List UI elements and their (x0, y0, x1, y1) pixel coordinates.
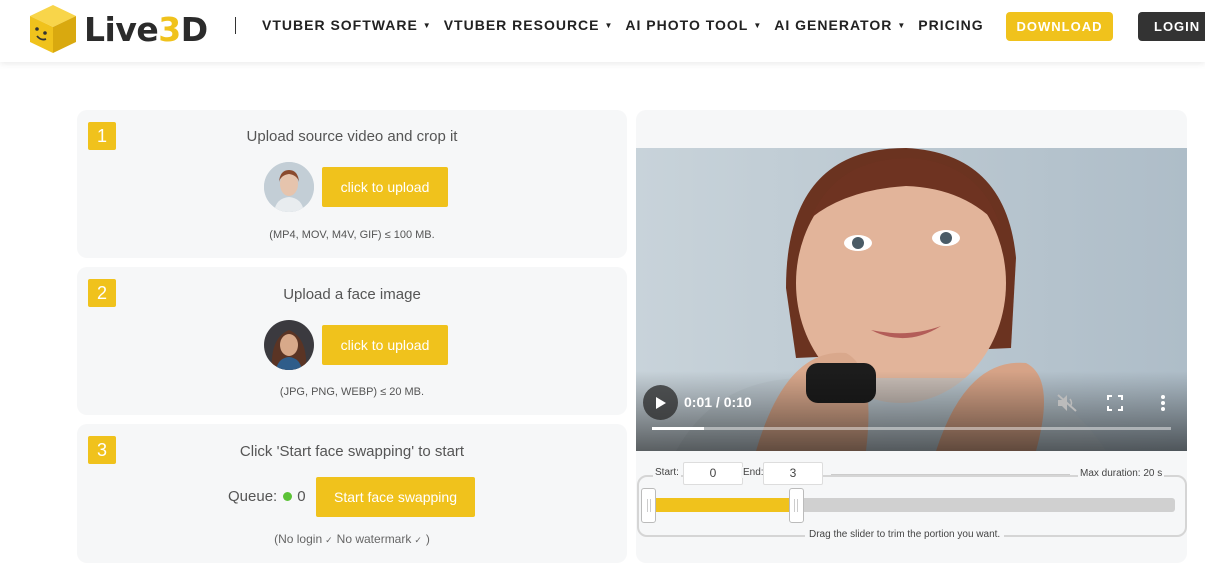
caret-down-icon: ▼ (897, 20, 907, 30)
trim-end-input[interactable]: 3 (763, 462, 823, 485)
queue-status: Queue: 0 (228, 488, 306, 505)
play-button[interactable] (643, 385, 678, 420)
video-time: 0:01 / 0:10 (684, 394, 752, 410)
status-dot-icon (283, 492, 293, 501)
site-header: Live3D VTUBER SOFTWARE ▼ VTUBER RESOURCE ▼… (0, 0, 1205, 62)
nav-ai-generator[interactable]: AI GENERATOR ▼ (774, 17, 906, 33)
nav-vtuber-software[interactable]: VTUBER SOFTWARE ▼ (262, 17, 432, 33)
check-icon: ✓ (325, 535, 333, 545)
face-thumbnail-icon (264, 162, 314, 212)
play-icon (655, 396, 666, 409)
upload-face-button[interactable]: click to upload (322, 325, 448, 365)
vertical-dots-icon (1161, 395, 1165, 411)
main-nav: VTUBER SOFTWARE ▼ VTUBER RESOURCE ▼ AI PHO… (262, 17, 996, 33)
logo-divider (235, 17, 236, 34)
mute-button[interactable] (1056, 393, 1078, 418)
video-player[interactable]: 0:01 / 0:10 (636, 148, 1187, 451)
perks-line: (No login ✓ No watermark ✓) (274, 532, 430, 546)
step-card-upload-face: 2 Upload a face image click to upload (J… (77, 267, 627, 415)
trim-slider-track[interactable] (648, 498, 1175, 512)
video-controls-overlay (636, 371, 1187, 451)
trim-slider-selected-range (648, 498, 796, 512)
step-card-upload-video: 1 Upload source video and crop it click … (77, 110, 627, 258)
perk-no-login: No login (278, 532, 323, 546)
muted-speaker-icon (1057, 394, 1077, 412)
image-format-note: (JPG, PNG, WEBP) ≤ 20 MB. (279, 386, 425, 398)
perk-no-watermark: No watermark (336, 532, 412, 546)
check-icon: ✓ (414, 535, 422, 545)
fullscreen-icon (1107, 395, 1123, 411)
queue-label: Queue: (228, 488, 278, 505)
download-button[interactable]: DOWNLOAD (1006, 12, 1113, 41)
logo[interactable]: Live3D (26, 2, 208, 56)
trim-hint: Drag the slider to trim the portion you … (805, 529, 1005, 540)
trim-start-handle[interactable] (641, 488, 656, 523)
step-title: Upload source video and crop it (246, 128, 458, 145)
face-thumbnail-icon (264, 320, 314, 370)
queue-count: 0 (297, 488, 306, 505)
max-duration-label: Max duration: 20 s (1078, 468, 1165, 479)
start-face-swap-button[interactable]: Start face swapping (316, 477, 475, 517)
cube-logo-icon (30, 5, 76, 53)
trim-divider (831, 474, 1070, 475)
trim-end-label: End: (741, 467, 766, 478)
step-title: Click 'Start face swapping' to start (239, 443, 465, 460)
trim-start-input[interactable]: 0 (683, 462, 743, 485)
nav-ai-photo-tool[interactable]: AI PHOTO TOOL ▼ (625, 17, 762, 33)
upload-video-button[interactable]: click to upload (322, 167, 448, 207)
caret-down-icon: ▼ (753, 20, 763, 30)
caret-down-icon: ▼ (604, 20, 614, 30)
fullscreen-button[interactable] (1107, 395, 1123, 416)
step-title: Upload a face image (283, 286, 421, 303)
caret-down-icon: ▼ (422, 20, 432, 30)
trim-end-handle[interactable] (788, 488, 804, 523)
logo-text: Live3D (84, 9, 208, 49)
nav-vtuber-resource[interactable]: VTUBER RESOURCE ▼ (444, 17, 614, 33)
video-format-note: (MP4, MOV, M4V, GIF) ≤ 100 MB. (269, 229, 435, 241)
video-progress-bar[interactable] (652, 427, 1171, 430)
login-button[interactable]: LOGIN (1138, 12, 1205, 41)
more-options-button[interactable] (1160, 394, 1166, 417)
sample-video-thumbnail[interactable] (264, 162, 314, 212)
video-progress-fill (652, 427, 704, 430)
nav-pricing[interactable]: PRICING (918, 17, 983, 33)
step-card-start: 3 Click 'Start face swapping' to start Q… (77, 424, 627, 563)
trim-start-label: Start: (653, 467, 681, 478)
sample-face-thumbnail[interactable] (264, 320, 314, 370)
